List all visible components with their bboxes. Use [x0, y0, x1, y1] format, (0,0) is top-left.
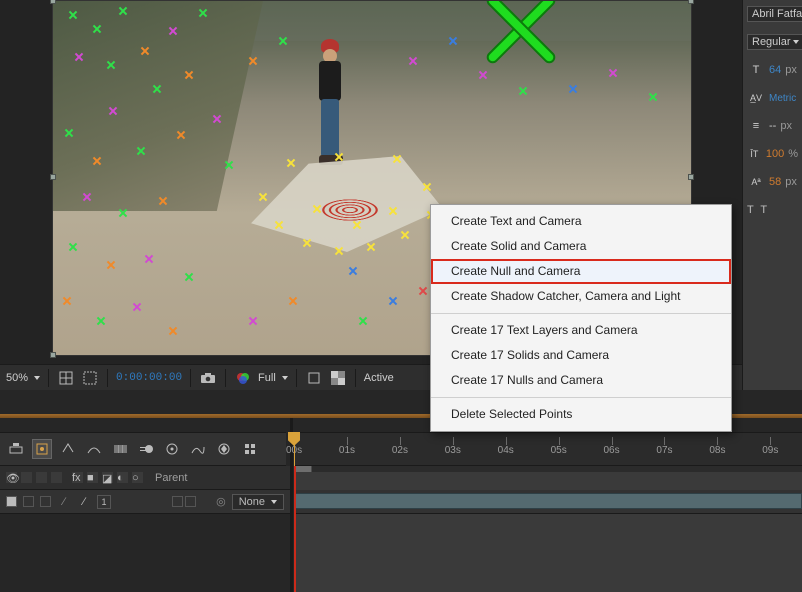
ruler-tick-label: 06s	[604, 445, 620, 456]
layer-duration-bar[interactable]	[294, 493, 802, 509]
transparency-grid-icon[interactable]	[329, 369, 347, 387]
draft3d-icon[interactable]	[58, 439, 78, 459]
chevron-down-icon	[271, 500, 277, 504]
context-menu: Create Text and Camera Create Solid and …	[430, 204, 732, 432]
view-mode-value: Active	[364, 372, 394, 384]
view-mode-dropdown[interactable]: Active	[364, 372, 394, 384]
menu-separator	[431, 313, 731, 314]
ruler-tick-label: 01s	[339, 445, 355, 456]
ruler-tick: 02s	[400, 437, 401, 445]
menu-item-create-17-text[interactable]: Create 17 Text Layers and Camera	[431, 318, 731, 343]
ruler-tick: 07s	[664, 437, 665, 445]
font-size-value[interactable]: 64	[769, 64, 781, 76]
baseline-shift-icon: Aª	[747, 177, 765, 187]
resolution-dropdown[interactable]: Full	[258, 372, 288, 384]
leading-value[interactable]: --	[769, 120, 776, 132]
vscale-icon: ÎT	[747, 149, 762, 159]
font-family-dropdown[interactable]: Abril Fatfa	[747, 6, 802, 22]
brainstorm-icon[interactable]	[162, 439, 182, 459]
graph-editor-icon[interactable]	[188, 439, 208, 459]
leading-icon: ≡	[747, 120, 765, 132]
video-toggle[interactable]	[6, 496, 17, 507]
menu-item-create-shadow-catcher[interactable]: Create Shadow Catcher, Camera and Light	[431, 284, 731, 309]
menu-item-create-null-camera[interactable]: Create Null and Camera	[431, 259, 731, 284]
ruler-tick: 04s	[506, 437, 507, 445]
selection-handle[interactable]	[50, 0, 56, 4]
selection-handle[interactable]	[688, 0, 694, 4]
kerning-icon: A̲V	[747, 93, 765, 103]
time-ruler[interactable]: 00s01s02s03s04s05s06s07s08s09s	[294, 432, 802, 466]
vscale-value[interactable]: 100	[766, 148, 784, 160]
audio-column-icon[interactable]	[21, 472, 32, 483]
menu-item-create-17-nulls[interactable]: Create 17 Nulls and Camera	[431, 368, 731, 393]
timeline-toolbar	[0, 432, 286, 466]
parent-column-label: Parent	[155, 472, 187, 484]
layer-index: 1	[97, 495, 111, 509]
channels-icon[interactable]	[234, 369, 252, 387]
chevron-down-icon	[793, 40, 799, 44]
comp-mini-flowchart-icon[interactable]	[6, 439, 26, 459]
lock-column-icon[interactable]	[51, 472, 62, 483]
mask-icon[interactable]	[81, 369, 99, 387]
subject-person	[311, 39, 349, 167]
live-update-icon[interactable]	[32, 439, 52, 459]
work-area-bar[interactable]	[294, 466, 802, 472]
ruler-tick: 08s	[717, 437, 718, 445]
ruler-tick: 06s	[612, 437, 613, 445]
effects-icon[interactable]: ∕	[57, 496, 71, 508]
solo-toggle[interactable]	[40, 496, 51, 507]
work-area-start-handle[interactable]	[294, 466, 312, 472]
menu-separator	[431, 397, 731, 398]
roi-icon[interactable]	[305, 369, 323, 387]
solo-column-icon[interactable]	[36, 472, 47, 483]
auto-keyframe-icon[interactable]	[214, 439, 234, 459]
layer-row[interactable]: ∕ ∕ 1 ◎ None	[0, 490, 290, 514]
snapshot-icon[interactable]	[199, 369, 217, 387]
resolution-value: Full	[258, 372, 276, 384]
motion-blur-icon[interactable]	[136, 439, 156, 459]
parent-dropdown[interactable]: None	[232, 494, 284, 510]
frame-blend-icon[interactable]	[110, 439, 130, 459]
menu-item-create-text-camera[interactable]: Create Text and Camera	[431, 209, 731, 234]
chevron-down-icon	[282, 376, 288, 380]
grid-icon[interactable]	[57, 369, 75, 387]
kerning-value[interactable]: Metric	[769, 93, 796, 104]
layer-columns-header: 👁 fx ■◪◐○ Parent	[0, 466, 290, 490]
ruler-tick-label: 07s	[656, 445, 672, 456]
baseline-value[interactable]: 58	[769, 176, 781, 188]
faux-styles-row[interactable]: T T	[747, 200, 798, 220]
big-green-x-marker	[477, 0, 561, 71]
selection-handle[interactable]	[50, 352, 56, 358]
ruler-tick-label: 05s	[551, 445, 567, 456]
shy-icon[interactable]	[84, 439, 104, 459]
ruler-tick-label: 02s	[392, 445, 408, 456]
cached-preview-line	[294, 466, 296, 592]
eye-column-icon[interactable]: 👁	[6, 472, 17, 483]
character-panel: Abril Fatfa Regular T 64 px A̲V Metric ≡…	[742, 0, 802, 390]
switches-icon[interactable]	[240, 439, 260, 459]
selection-handle[interactable]	[688, 174, 694, 180]
zoom-dropdown[interactable]: 50%	[6, 372, 40, 384]
menu-item-create-solid-camera[interactable]: Create Solid and Camera	[431, 234, 731, 259]
font-size-icon: T	[747, 64, 765, 76]
track-area[interactable]	[294, 466, 802, 592]
audio-toggle[interactable]	[23, 496, 34, 507]
ruler-tick-label: 04s	[498, 445, 514, 456]
font-style-dropdown[interactable]: Regular	[747, 34, 802, 50]
ruler-tick: 09s	[770, 437, 771, 445]
selection-handle[interactable]	[50, 174, 56, 180]
motion-blur-layer-icon[interactable]: ∕	[77, 496, 91, 508]
ruler-tick: 03s	[453, 437, 454, 445]
menu-item-delete-selected-points[interactable]: Delete Selected Points	[431, 402, 731, 427]
ruler-tick-label: 09s	[762, 445, 778, 456]
ruler-tick: 01s	[347, 437, 348, 445]
chevron-down-icon	[34, 376, 40, 380]
menu-item-create-17-solids[interactable]: Create 17 Solids and Camera	[431, 343, 731, 368]
ruler-tick-label: 08s	[709, 445, 725, 456]
timeline-panel: 00s01s02s03s04s05s06s07s08s09s 👁 fx ■◪◐○…	[0, 418, 802, 592]
zoom-value: 50%	[6, 372, 28, 384]
ruler-tick: 05s	[559, 437, 560, 445]
current-time[interactable]: 0:00:00:00	[116, 372, 182, 384]
ruler-tick-label: 03s	[445, 445, 461, 456]
